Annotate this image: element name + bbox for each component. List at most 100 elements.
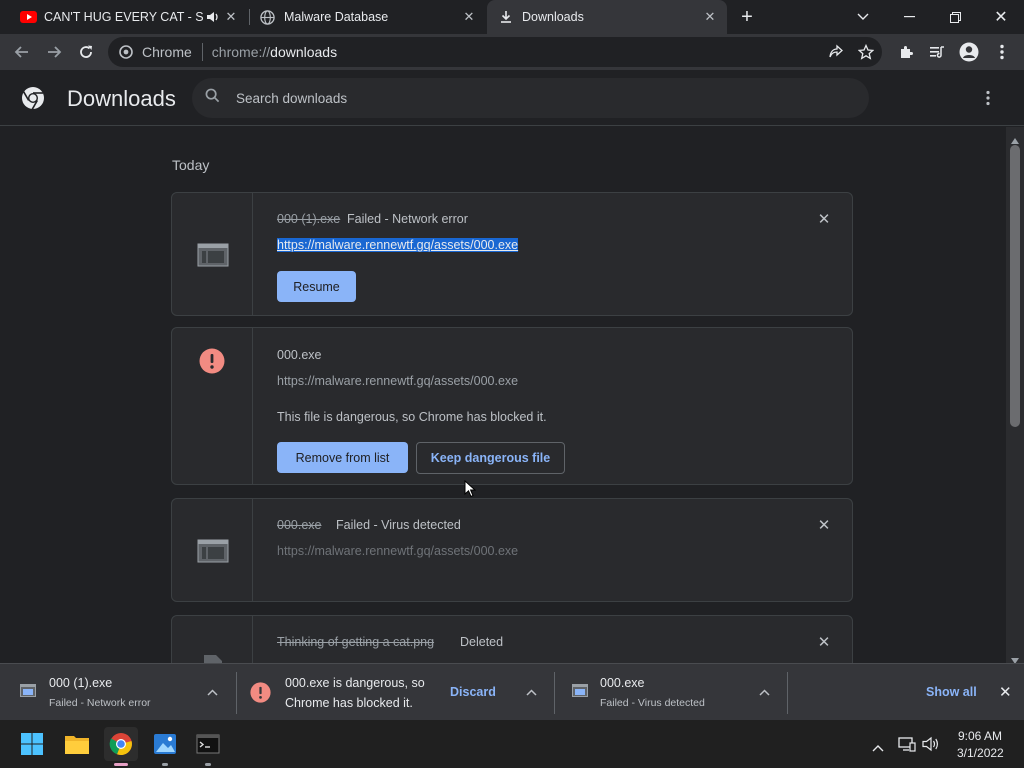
back-icon[interactable] (8, 38, 36, 66)
vertical-scrollbar[interactable] (1006, 127, 1024, 664)
shelf-file-status: Failed - Virus detected (600, 697, 705, 709)
chrome-logo-icon (21, 86, 45, 115)
downloads-header: Downloads Search downloads (0, 70, 1024, 126)
file-name: 000.exe (277, 348, 322, 362)
shelf-warning-line1: 000.exe is dangerous, so (285, 676, 425, 690)
shelf-separator (787, 672, 788, 714)
tab-title: Malware Database (284, 10, 389, 24)
profile-avatar-icon[interactable] (955, 38, 983, 66)
image-file-icon (203, 654, 223, 663)
address-bar[interactable]: Chrome chrome:// downloads (108, 37, 882, 67)
audio-playing-icon[interactable] (206, 10, 220, 27)
youtube-icon (20, 11, 37, 23)
download-url[interactable]: https://malware.rennewtf.gq/assets/000.e… (277, 238, 519, 252)
shelf-item-dangerous[interactable]: 000.exe is dangerous, so Chrome has bloc… (237, 664, 554, 721)
photos-app-icon[interactable] (148, 727, 182, 766)
date-heading: Today (172, 157, 210, 173)
download-icon (499, 10, 513, 27)
download-url[interactable]: https://malware.rennewtf.gq/assets/000.e… (277, 374, 518, 388)
downloads-menu-icon[interactable] (986, 90, 990, 111)
tab-title: Downloads (522, 10, 584, 24)
tab-downloads[interactable]: Downloads ✕ (487, 0, 727, 34)
remove-icon[interactable]: ✕ (816, 635, 832, 651)
file-name: Thinking of getting a cat.png (277, 635, 435, 649)
reload-icon[interactable] (72, 38, 100, 66)
close-icon[interactable]: ✕ (703, 10, 717, 24)
search-icon (205, 88, 220, 108)
shelf-file-name: 000 (1).exe (49, 676, 113, 690)
volume-icon[interactable] (922, 736, 940, 757)
page-title: Downloads (67, 86, 176, 111)
forward-icon[interactable] (40, 38, 68, 66)
file-icon-column (172, 616, 253, 663)
clock-time[interactable]: 9:06 AM (958, 729, 1002, 743)
remove-icon[interactable]: ✕ (816, 518, 832, 534)
media-controls-icon[interactable] (923, 38, 951, 66)
file-icon-column (172, 328, 253, 484)
chrome-taskbar-icon[interactable] (104, 727, 138, 766)
tab-youtube[interactable]: CAN'T HUG EVERY CAT - Son ✕ (8, 0, 248, 34)
remove-icon[interactable]: ✕ (816, 212, 832, 228)
start-button[interactable] (15, 727, 49, 761)
shelf-item[interactable]: 000 (1).exe Failed - Network error (0, 664, 236, 721)
network-icon[interactable] (898, 736, 916, 757)
shelf-item[interactable]: 000.exe Failed - Virus detected (555, 664, 787, 721)
running-app-indicator (162, 763, 168, 766)
shelf-warning-line2: Chrome has blocked it. (285, 696, 413, 710)
extensions-icon[interactable] (892, 38, 920, 66)
more-menu-icon[interactable] (988, 38, 1016, 66)
executable-file-icon (197, 243, 229, 267)
active-app-indicator (114, 763, 128, 766)
origin-chip: Chrome (142, 44, 192, 60)
tab-malware-database[interactable]: Malware Database ✕ (250, 0, 486, 34)
share-icon[interactable] (828, 44, 844, 63)
tab-search-icon[interactable] (840, 0, 886, 34)
discard-button[interactable]: Discard (450, 685, 496, 699)
download-status: Failed - Network error (347, 212, 468, 226)
url-prefix: chrome:// (211, 44, 271, 60)
file-explorer-icon[interactable] (60, 727, 94, 761)
url-path: downloads (270, 44, 338, 60)
search-downloads[interactable]: Search downloads (192, 78, 869, 118)
warning-icon (199, 348, 225, 379)
chevron-up-icon[interactable] (205, 686, 219, 700)
warning-icon (250, 682, 271, 708)
remove-from-list-button[interactable]: Remove from list (277, 442, 408, 473)
close-window-icon[interactable]: ✕ (978, 0, 1024, 34)
download-url[interactable]: https://malware.rennewtf.gq/assets/000.e… (277, 544, 518, 558)
executable-file-icon (572, 684, 588, 702)
chrome-icon (119, 45, 133, 59)
tab-title: CAN'T HUG EVERY CAT - Son (44, 10, 204, 24)
restore-icon[interactable] (932, 0, 978, 34)
chevron-up-icon[interactable] (524, 686, 538, 700)
shelf-file-status: Failed - Network error (49, 697, 151, 709)
close-icon[interactable]: ✕ (462, 10, 476, 24)
resume-button[interactable]: Resume (277, 271, 356, 302)
chevron-up-icon[interactable] (757, 686, 771, 700)
new-tab-button[interactable]: + (725, 0, 769, 34)
executable-file-icon (197, 539, 229, 563)
close-shelf-icon[interactable]: ✕ (999, 683, 1012, 701)
terminal-app-icon[interactable] (191, 727, 225, 766)
bookmark-star-icon[interactable] (857, 43, 875, 63)
downloads-list: Today 000 (1).exe Failed - Network error… (0, 127, 1006, 663)
clock-date[interactable]: 3/1/2022 (957, 746, 1004, 760)
download-status: Deleted (460, 635, 504, 649)
chevron-up-icon[interactable] (872, 739, 884, 757)
keep-dangerous-file-button[interactable]: Keep dangerous file (416, 442, 565, 474)
shelf-file-name: 000.exe (600, 676, 645, 690)
tab-strip: CAN'T HUG EVERY CAT - Son ✕ Malware Data… (0, 0, 1024, 34)
globe-icon (260, 10, 275, 28)
mouse-cursor-icon (464, 479, 477, 503)
scrollbar-thumb[interactable] (1010, 145, 1020, 427)
minimize-icon[interactable] (886, 0, 932, 34)
file-name: 000.exe (277, 518, 322, 532)
file-name[interactable]: 000 (1).exe (277, 212, 340, 226)
download-shelf: 000 (1).exe Failed - Network error 000.e… (0, 663, 1024, 720)
file-icon-column (172, 193, 253, 315)
search-input[interactable]: Search downloads (236, 91, 347, 106)
close-icon[interactable]: ✕ (224, 10, 238, 24)
dangerous-download-item: 000.exe https://malware.rennewtf.gq/asse… (171, 327, 853, 485)
show-all-button[interactable]: Show all (926, 685, 977, 699)
executable-file-icon (20, 684, 36, 702)
